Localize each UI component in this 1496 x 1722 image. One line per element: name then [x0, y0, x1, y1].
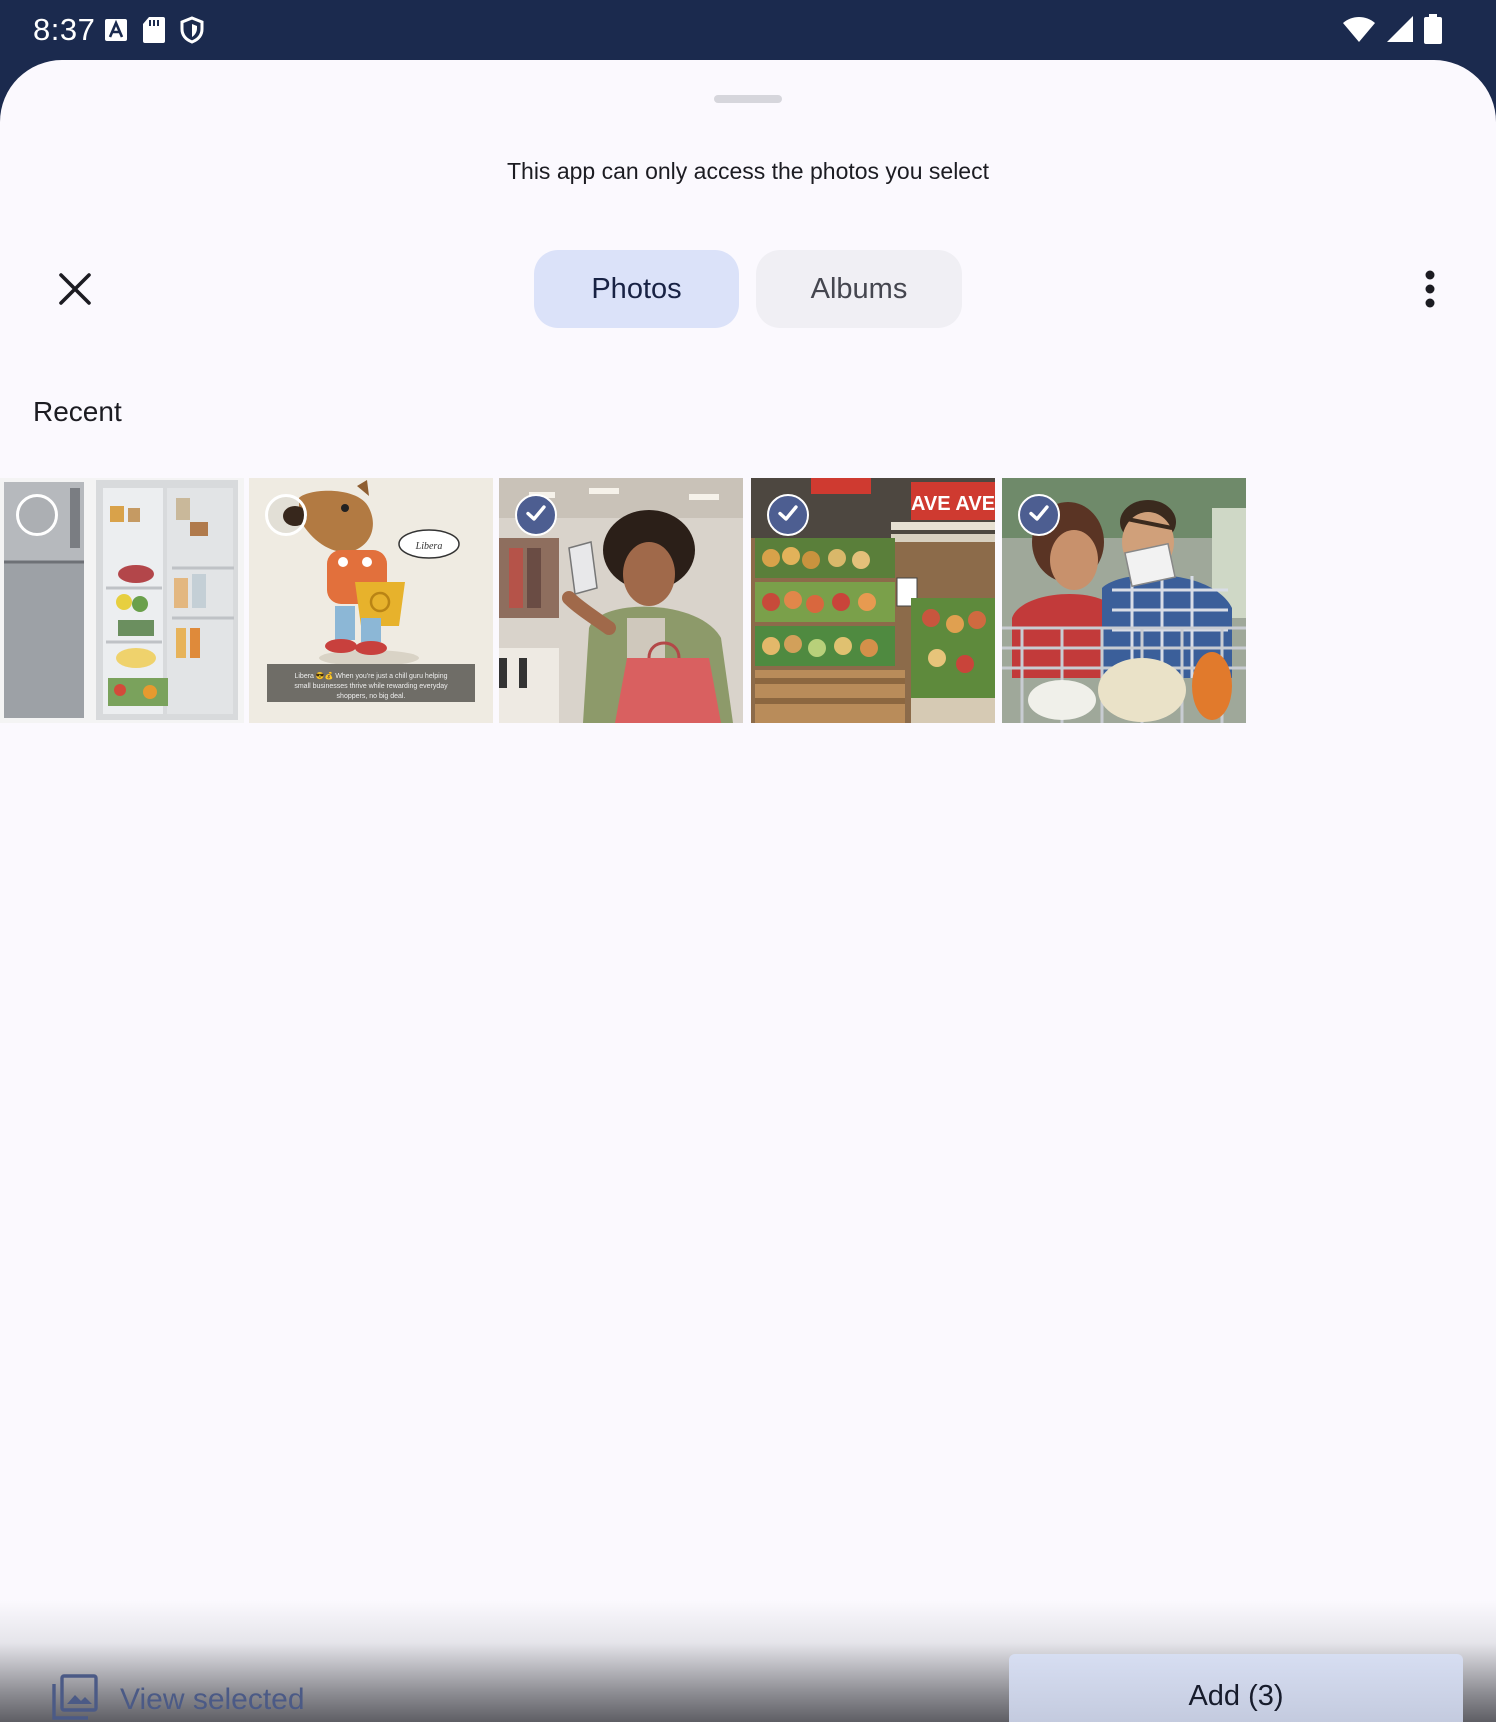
more-options-button[interactable] [1410, 266, 1450, 316]
close-button[interactable] [50, 266, 100, 316]
selection-circle[interactable] [16, 494, 58, 536]
svg-text:shoppers, no big deal.: shoppers, no big deal. [337, 693, 406, 700]
view-selected-label: View selected [120, 1682, 305, 1716]
photo-grid: Libera Libera 😎💰 When you're just a chil… [0, 478, 1496, 724]
speech-bubble-text: Libera [415, 541, 443, 552]
access-notice: This app can only access the photos you … [506, 158, 989, 184]
close-icon [58, 272, 92, 311]
add-button[interactable]: Add (3) [1009, 1654, 1463, 1722]
store-sign-text: AVE AVE [911, 493, 995, 515]
photo-tile-cartoon-dog[interactable]: Libera Libera 😎💰 When you're just a chil… [249, 478, 493, 723]
photo-picker-sheet: This app can only access the photos you … [0, 60, 1496, 1722]
battery-icon [1424, 14, 1442, 49]
cell-signal-icon [1386, 15, 1414, 48]
selection-checkmark[interactable] [515, 494, 557, 536]
wifi-icon [1342, 15, 1376, 48]
photo-tile-supermarket-produce[interactable]: AVE AVE [751, 478, 995, 723]
check-icon [524, 501, 548, 530]
selection-checkmark[interactable] [767, 494, 809, 536]
check-icon [776, 501, 800, 530]
selection-circle[interactable] [265, 494, 307, 536]
more-vert-icon [1424, 270, 1436, 313]
shield-icon [180, 16, 204, 49]
text-a-icon [104, 18, 128, 47]
photo-tile-refrigerator[interactable] [0, 478, 244, 723]
drag-handle[interactable] [714, 95, 782, 103]
sd-card-icon [142, 16, 166, 49]
photo-tile-couple-selfie[interactable] [1002, 478, 1246, 723]
bottom-action-bar: View selected Add (3) [0, 1600, 1496, 1722]
selection-checkmark[interactable] [1018, 494, 1060, 536]
photo-library-icon [52, 1674, 98, 1722]
photo-tile-woman-selfie[interactable] [499, 478, 743, 723]
check-icon [1027, 501, 1051, 530]
view-selected-button[interactable]: View selected [52, 1674, 305, 1722]
tab-albums[interactable]: Albums [756, 250, 962, 328]
tab-photos[interactable]: Photos [534, 250, 739, 328]
svg-text:small businesses thrive while: small businesses thrive while rewarding … [294, 683, 448, 690]
status-time: 8:37 [33, 12, 96, 47]
section-title-recent: Recent [33, 396, 122, 427]
status-bar: 8:37 [0, 0, 1496, 62]
svg-text:Libera 😎💰 When you're just a: Libera 😎💰 When you're just a chill guru … [294, 671, 447, 680]
